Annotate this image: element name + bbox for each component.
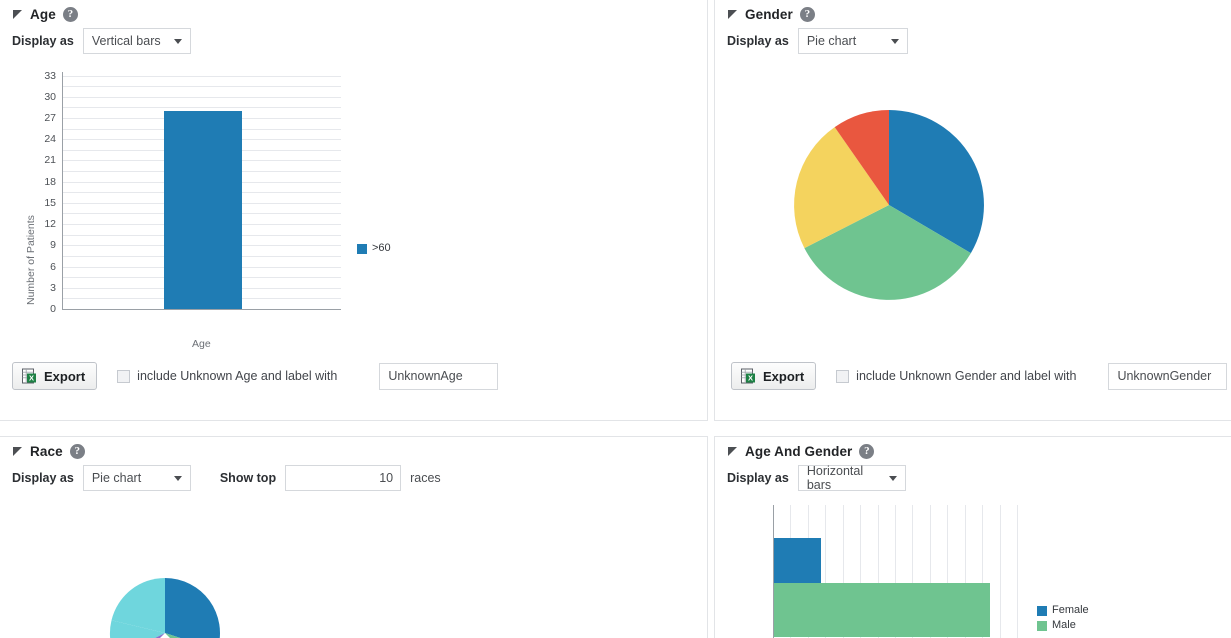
age-and-gender-bar-male[interactable]	[774, 583, 990, 637]
gridline	[1017, 505, 1018, 638]
legend-item[interactable]: Female	[1037, 604, 1089, 617]
age-y-tick-label: 15	[44, 196, 56, 209]
svg-text:X: X	[29, 373, 34, 382]
legend-item[interactable]: Male	[1037, 619, 1089, 632]
panel-age-and-gender: Age And Gender ? Display as Horizontal b…	[714, 436, 1231, 638]
dashboard-grid: Age ? Display as Vertical bars Number of…	[0, 0, 1231, 638]
display-as-value-age: Vertical bars	[91, 34, 161, 48]
chevron-down-icon	[173, 39, 182, 44]
display-as-select-age[interactable]: Vertical bars	[82, 28, 191, 54]
legend-label: Male	[1052, 618, 1076, 631]
panel-age-controls: Display as Vertical bars	[0, 22, 707, 54]
legend-swatch-icon	[1037, 620, 1047, 631]
panel-age: Age ? Display as Vertical bars Number of…	[0, 0, 708, 421]
excel-export-icon: X	[22, 368, 36, 383]
race-chart: 16.67% 16.67% 5.556% Black Workplace Eve…	[0, 437, 707, 638]
include-unknown-checkbox-gender[interactable]	[836, 369, 850, 383]
age-and-gender-chart: Female Male	[715, 505, 1231, 638]
excel-export-icon: X	[741, 368, 755, 383]
panel-gender-footer: X Export include Unknown Gender and labe…	[731, 362, 1228, 390]
legend-swatch-icon	[1037, 606, 1047, 616]
panel-age-header: Age ?	[0, 0, 707, 22]
age-y-tick-label: 9	[50, 239, 56, 252]
gender-chart: 13.51% 48.65% 27.03% 10.81% female Male …	[715, 0, 1231, 420]
help-icon[interactable]: ?	[859, 444, 875, 459]
age-bar-over60[interactable]	[164, 111, 242, 309]
age-y-axis-line	[62, 72, 63, 309]
age-y-tick-label: 30	[44, 90, 56, 103]
legend-label: >60	[372, 242, 391, 254]
age-x-axis-title: Age	[192, 338, 211, 350]
page-title-age: Age	[30, 7, 56, 22]
export-button-label-gender: Export	[763, 368, 805, 384]
panel-race: Race ? Display as Pie chart Show top rac…	[0, 436, 708, 638]
collapse-arrow-icon[interactable]	[13, 10, 22, 19]
age-x-axis-line	[62, 309, 341, 310]
age-y-tick-label: 21	[44, 154, 56, 167]
legend-label: Female	[1052, 604, 1089, 616]
chevron-down-icon	[888, 476, 897, 481]
display-as-value-age-and-gender: Horizontal bars	[806, 464, 864, 492]
gridline	[63, 76, 341, 77]
gender-pie-svg	[794, 110, 984, 300]
race-pie-svg	[110, 578, 220, 638]
export-button-gender[interactable]: X Export	[731, 362, 817, 390]
display-as-label-age: Display as	[12, 34, 74, 48]
panel-gender: Gender ? Display as Pie chart 13.51% 48.…	[714, 0, 1231, 421]
panel-age-footer: X Export include Unknown Age and label w…	[12, 362, 499, 390]
panel-age-and-gender-controls: Display as Horizontal bars	[715, 459, 1231, 492]
export-button-age[interactable]: X Export	[12, 362, 98, 390]
age-and-gender-chart-legend: Female Male	[1037, 604, 1089, 633]
page-title-age-and-gender: Age And Gender	[745, 444, 853, 459]
age-and-gender-bar-female[interactable]	[774, 538, 821, 583]
gridline	[63, 97, 341, 98]
gridline	[1000, 505, 1001, 638]
unknown-label-input-age[interactable]	[379, 362, 499, 390]
age-y-tick-label: 12	[44, 218, 56, 231]
legend-swatch-icon	[357, 244, 367, 254]
legend-item[interactable]: >60	[357, 242, 391, 255]
age-chart-legend: >60	[357, 242, 391, 257]
age-y-tick-label: 24	[44, 133, 56, 146]
age-y-tick-label: 6	[50, 260, 56, 273]
help-icon[interactable]: ?	[62, 7, 78, 22]
svg-text:X: X	[748, 373, 753, 382]
age-y-tick-label: 0	[50, 303, 56, 315]
panel-age-and-gender-header: Age And Gender ?	[715, 437, 1231, 459]
age-chart: Number of Patients 33 30 27 24 21 18 15 12 9 6 3 0 …	[0, 60, 707, 350]
age-y-tick-label: 3	[50, 281, 56, 294]
age-y-tick-label: 27	[44, 111, 56, 124]
age-y-tick-label: 33	[44, 69, 56, 82]
include-unknown-label-gender: include Unknown Gender and label with	[856, 369, 1077, 383]
include-unknown-checkbox-age[interactable]	[117, 369, 131, 383]
age-y-tick-label: 18	[44, 175, 56, 188]
display-as-select-age-and-gender[interactable]: Horizontal bars	[797, 464, 906, 492]
gridline	[63, 86, 341, 87]
gridline	[63, 107, 341, 108]
display-as-label-age-and-gender: Display as	[727, 471, 789, 485]
pie-slice-black[interactable]	[165, 578, 220, 638]
collapse-arrow-icon[interactable]	[728, 447, 737, 456]
include-unknown-label-age: include Unknown Age and label with	[137, 369, 338, 383]
export-button-label-age: Export	[44, 368, 86, 384]
unknown-label-input-gender[interactable]	[1108, 362, 1228, 390]
